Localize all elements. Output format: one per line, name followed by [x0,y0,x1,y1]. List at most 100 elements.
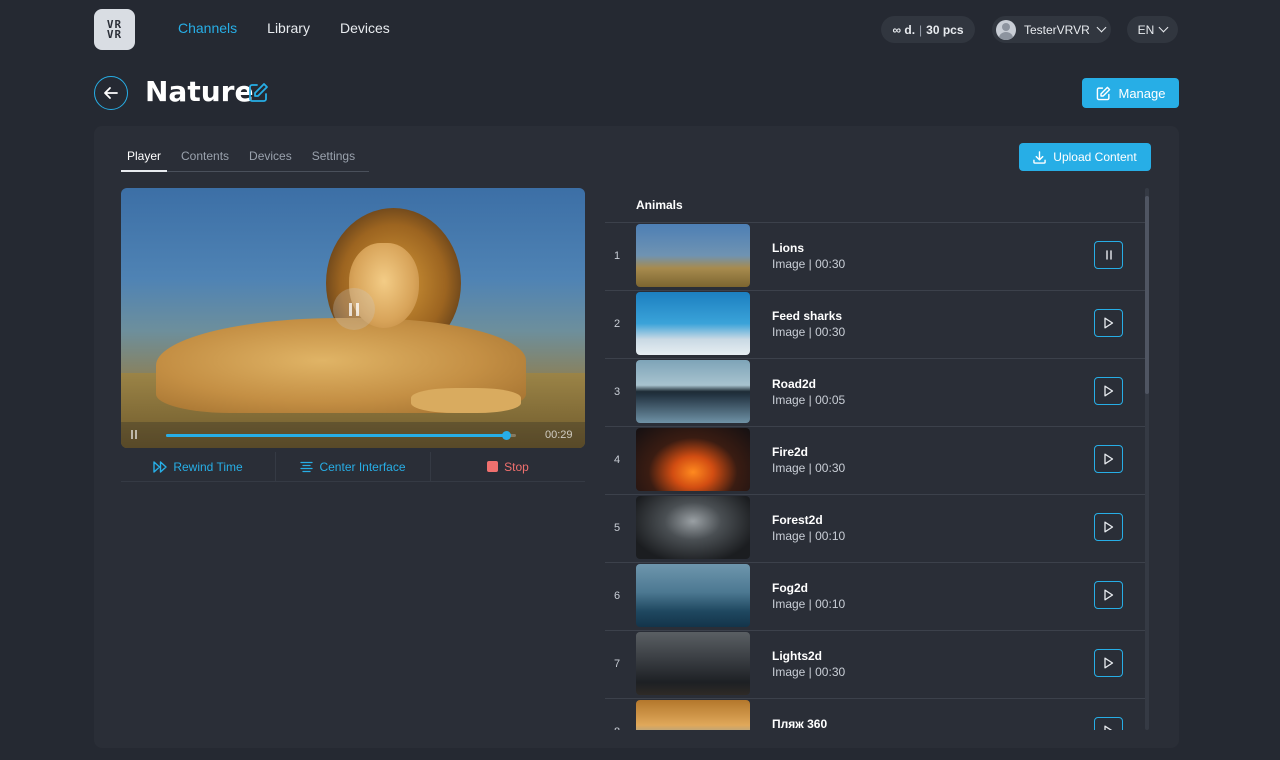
row-number: 8 [614,726,620,730]
tab-devices[interactable]: Devices [243,146,298,171]
quota-separator: | [919,22,923,37]
rewind-time-button[interactable]: Rewind Time [121,452,276,481]
play-icon [1104,657,1114,669]
play-button[interactable] [1094,717,1123,730]
avatar [996,19,1016,40]
manage-button[interactable]: Manage [1082,78,1179,108]
row-meta: Image | 00:30 [772,325,846,339]
stop-button[interactable]: Stop [431,452,585,481]
play-icon [1104,589,1114,601]
thumbnail-image [636,292,750,355]
video-player[interactable]: 00:29 [121,188,585,448]
center-interface-button[interactable]: Center Interface [276,452,431,481]
row-title: Fire2d [772,445,809,459]
align-center-icon [300,461,314,472]
row-number: 7 [614,658,621,670]
chevron-down-icon [1096,22,1107,33]
pause-icon[interactable] [131,430,139,439]
player-controls: 00:29 [121,422,585,448]
upload-content-button[interactable]: Upload Content [1019,143,1151,171]
scrollbar-thumb[interactable] [1145,196,1149,394]
progress-knob[interactable] [501,431,511,440]
nav-channels[interactable]: Channels [178,20,237,36]
edit-icon[interactable] [248,82,269,103]
tab-player[interactable]: Player [121,146,168,172]
playlist-row[interactable]: 7 Lights2d Image | 00:30 [605,630,1145,698]
pause-overlay-button[interactable] [333,288,375,330]
thumbnail-image [636,700,750,730]
play-icon [1104,521,1114,533]
row-title: Lions [772,241,804,255]
playlist-row[interactable]: 5 Forest2d Image | 00:10 [605,494,1145,562]
row-meta: Image | 00:05 [772,393,846,407]
arrow-left-icon [104,87,118,99]
row-meta: Image | 00:30 [772,665,846,679]
playlist-row[interactable]: 4 Fire2d Image | 00:30 [605,426,1145,494]
play-button[interactable] [1094,309,1123,337]
edit-icon [1096,86,1110,100]
quota-duration: ∞ d. [892,22,916,37]
thumbnail-image [636,224,750,287]
row-meta: Image | 00:30 [772,461,846,475]
pause-icon-bar [356,302,359,316]
playlist-row[interactable]: 8 Пляж 360 [605,698,1145,730]
thumbnail-image [636,632,750,695]
main-nav: Channels Library Devices [178,20,390,36]
download-icon [1033,150,1047,164]
stop-icon [487,461,499,472]
language-label: EN [1137,22,1155,37]
play-icon [1104,385,1114,397]
app-logo[interactable]: VR VR [94,9,135,50]
tab-settings[interactable]: Settings [306,146,361,171]
row-title: Road2d [772,377,817,391]
row-number: 1 [614,250,621,262]
playlist-row[interactable]: 3 Road2d Image | 00:05 [605,358,1145,426]
nav-library[interactable]: Library [267,20,310,36]
stop-label: Stop [504,459,529,474]
playlist-row[interactable]: 1 Lions Image | 00:30 [605,222,1145,290]
pause-icon-bar [349,302,352,316]
row-number: 6 [614,590,621,602]
center-label: Center Interface [319,459,406,474]
row-meta: Image | 00:30 [772,257,846,271]
manage-label: Manage [1118,85,1166,101]
thumbnail-image [636,428,750,491]
user-name: TesterVRVR [1024,22,1090,37]
player-actions: Rewind Time Center Interface Stop [121,452,585,482]
row-number: 2 [614,318,621,330]
pause-icon [1105,250,1112,260]
play-icon [1104,317,1114,329]
upload-label: Upload Content [1053,150,1137,164]
playlist-row[interactable]: 6 Fog2d Image | 00:10 [605,562,1145,630]
channel-panel: Player Contents Devices Settings Upload … [94,126,1179,748]
video-frame-lion-paw [411,388,521,413]
progress-bar[interactable] [166,431,516,440]
play-button[interactable] [1094,445,1123,473]
row-title: Feed sharks [772,309,843,323]
play-icon [1104,725,1113,730]
thumbnail-image [636,496,750,559]
quota-badge: ∞ d. | 30 pcs [881,16,975,43]
playback-time: 00:29 [545,429,573,441]
back-button[interactable] [94,76,128,110]
playlist-scrollbar[interactable] [1145,188,1149,730]
user-menu[interactable]: TesterVRVR [992,16,1111,43]
pause-button[interactable] [1094,241,1123,269]
play-button[interactable] [1094,513,1123,541]
nav-devices[interactable]: Devices [340,20,390,36]
row-title: Пляж 360 [772,717,828,730]
play-button[interactable] [1094,649,1123,677]
chevron-down-icon [1158,22,1169,33]
row-title: Forest2d [772,513,823,527]
rewind-label: Rewind Time [173,459,243,474]
language-select[interactable]: EN [1127,16,1178,43]
channel-tabs: Player Contents Devices Settings [121,146,370,172]
play-button[interactable] [1094,377,1123,405]
tab-contents[interactable]: Contents [175,146,235,171]
row-meta: Image | 00:10 [772,529,846,543]
play-button[interactable] [1094,581,1123,609]
row-title: Lights2d [772,649,822,663]
playlist-row[interactable]: 2 Feed sharks Image | 00:30 [605,290,1145,358]
progress-fill [166,434,506,437]
thumbnail-image [636,564,750,627]
